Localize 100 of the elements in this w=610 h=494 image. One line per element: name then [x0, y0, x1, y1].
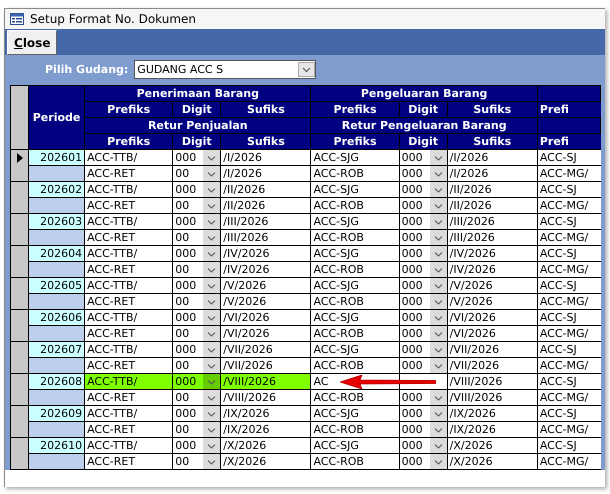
table-cell: /V/2026	[220, 294, 311, 310]
dropdown-button[interactable]	[430, 166, 446, 180]
table-cell: /III/2026	[220, 230, 311, 246]
warehouse-label: Pilih Gudang:	[45, 62, 128, 76]
table-cell: ACC-MG/	[537, 454, 600, 470]
close-button[interactable]: Close	[7, 30, 58, 55]
digit-cell-text: 000	[400, 199, 423, 212]
digit-cell-text: 000	[400, 263, 423, 276]
table-cell: /VIII/2026	[447, 390, 538, 406]
column-header: Sufiks	[447, 102, 538, 118]
dropdown-button[interactable]	[203, 214, 220, 228]
digit-cell-text: 000	[400, 359, 423, 372]
digit-cell-text: 00	[174, 327, 190, 340]
row-selector[interactable]	[10, 246, 29, 278]
table-cell: ACC-SJ	[537, 310, 600, 326]
dropdown-button[interactable]	[430, 294, 446, 308]
dropdown-button[interactable]	[430, 262, 446, 276]
dropdown-button[interactable]	[203, 150, 220, 164]
dropdown-button[interactable]	[203, 438, 220, 452]
digit-cell-text: 000	[400, 167, 423, 180]
table-cell: ACC-RET	[84, 422, 173, 438]
dropdown-button[interactable]	[430, 182, 446, 196]
dropdown-button[interactable]	[430, 422, 446, 436]
table-cell: ACC-SJG	[310, 310, 400, 326]
dropdown-button[interactable]	[203, 166, 220, 180]
digit-cell-text: 000	[400, 247, 423, 260]
dropdown-button[interactable]	[203, 262, 220, 276]
dropdown-button[interactable]	[203, 182, 220, 196]
table-cell: /II/2026	[220, 198, 311, 214]
row-selector[interactable]	[10, 438, 29, 470]
dropdown-button[interactable]	[203, 422, 220, 436]
row-selector[interactable]	[10, 214, 29, 246]
table-cell: /I/2026	[220, 166, 311, 182]
row-selector[interactable]	[10, 278, 29, 310]
dropdown-button[interactable]	[430, 278, 446, 292]
dropdown-button[interactable]	[430, 214, 446, 228]
dropdown-button[interactable]	[430, 310, 446, 324]
column-header: Prefi	[537, 102, 600, 118]
dropdown-button[interactable]	[430, 358, 446, 372]
dropdown-button[interactable]	[203, 342, 220, 356]
row-selector[interactable]	[10, 342, 29, 374]
table-cell: ACC-TTB/	[84, 278, 173, 294]
table-cell: /IX/2026	[447, 406, 538, 422]
table-cell: /VII/2026	[447, 358, 538, 374]
dropdown-button[interactable]	[203, 278, 220, 292]
row-selector[interactable]	[10, 182, 29, 214]
table-cell: ACC-SJG	[310, 150, 400, 166]
dropdown-button[interactable]	[203, 358, 220, 372]
dropdown-button[interactable]	[430, 438, 446, 452]
dropdown-button[interactable]	[203, 198, 220, 212]
row-selector-header	[10, 86, 29, 150]
dropdown-button[interactable]	[430, 390, 446, 404]
dropdown-button[interactable]	[430, 246, 446, 260]
column-header: Periode	[28, 86, 85, 150]
row-selector[interactable]	[10, 406, 29, 438]
digit-cell-text: 000	[400, 343, 423, 356]
dropdown-button[interactable]	[203, 294, 220, 308]
period-cell: 202603	[28, 214, 85, 230]
dropdown-button[interactable]	[203, 406, 220, 420]
digit-cell-text: 000	[400, 391, 423, 404]
table-cell: ACC-SJG	[310, 406, 400, 422]
table-cell: ACC-RET	[84, 166, 173, 182]
table-cell: ACC-ROB	[310, 262, 400, 278]
dropdown-button[interactable]	[430, 454, 446, 468]
table-cell: /II/2026	[220, 182, 311, 198]
dropdown-button[interactable]	[430, 230, 446, 244]
digit-cell-text: 00	[174, 231, 190, 244]
dropdown-button[interactable]	[203, 454, 220, 468]
dropdown-button[interactable]	[430, 342, 446, 356]
digit-cell-text: 00	[174, 391, 190, 404]
table-cell: ACC-SJ	[537, 214, 600, 230]
column-header: Sufiks	[220, 102, 311, 118]
table-cell: /IV/2026	[447, 262, 538, 278]
table-cell: ACC-TTB/	[84, 406, 173, 422]
dropdown-button[interactable]	[203, 374, 220, 388]
row-selector[interactable]	[10, 310, 29, 342]
dropdown-button[interactable]	[430, 150, 446, 164]
table-cell: /VI/2026	[447, 326, 538, 342]
dropdown-button[interactable]	[203, 230, 220, 244]
dropdown-button[interactable]	[203, 310, 220, 324]
digit-cell-text: 000	[174, 311, 196, 324]
table-cell: /VIII/2026	[447, 374, 538, 390]
group-header: Pengeluaran Barang	[310, 86, 538, 102]
dropdown-button[interactable]	[203, 326, 220, 340]
table-cell: /VII/2026	[220, 342, 311, 358]
dropdown-button[interactable]	[430, 406, 446, 420]
table-cell: ACC-SJG	[310, 278, 400, 294]
warehouse-dropdown[interactable]: GUDANG ACC S	[134, 60, 316, 78]
table-cell: /VI/2026	[447, 310, 538, 326]
table-cell: ACC-TTB/	[84, 374, 173, 390]
dropdown-button[interactable]	[430, 198, 446, 212]
table-cell: ACC-MG/	[537, 262, 600, 278]
dropdown-button[interactable]	[430, 326, 446, 340]
row-selector[interactable]	[10, 374, 29, 406]
row-selector[interactable]	[10, 150, 29, 182]
dropdown-button[interactable]	[203, 390, 220, 404]
digit-cell-text: 000	[400, 215, 423, 228]
column-header: Digit	[399, 102, 448, 118]
dropdown-button[interactable]	[203, 246, 220, 260]
table-cell: ACC-ROB	[310, 422, 400, 438]
